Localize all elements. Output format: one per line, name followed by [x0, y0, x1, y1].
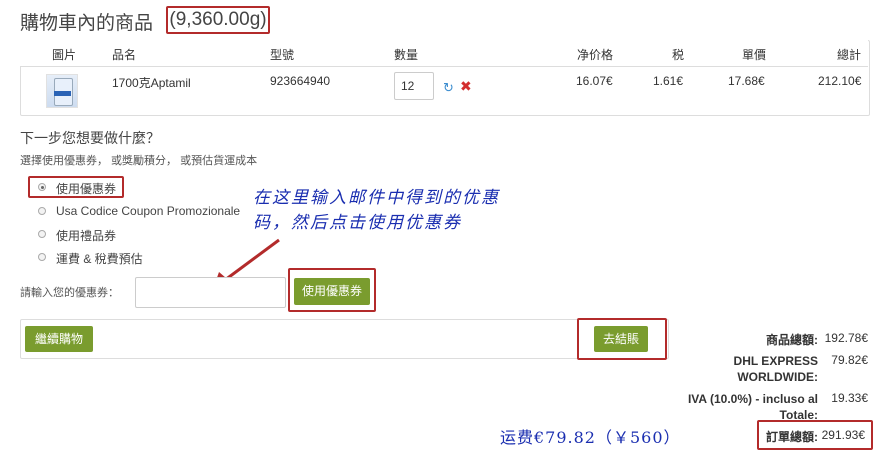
col-image: 圖片 [52, 48, 77, 62]
subtotal-label: 商品總額: [766, 333, 818, 347]
product-model: 923664940 [270, 74, 331, 88]
option-shipping-estimate[interactable]: 運費 & 稅費預估 [56, 250, 143, 267]
cart-actions-bar [20, 319, 669, 359]
option-gift-voucher[interactable]: 使用禮品券 [56, 227, 116, 244]
net-price: 16.07€ [576, 74, 613, 88]
col-unit-price: 單價 [742, 48, 767, 62]
product-image[interactable] [46, 74, 78, 108]
iva-label: IVA (10.0%) - incluso al Totale: [687, 392, 818, 422]
radio-shipping-estimate[interactable] [38, 253, 46, 261]
col-net-price: 净价格 [577, 48, 614, 62]
cart-table-header [20, 40, 868, 67]
order-total-value: 291.93€ [821, 428, 865, 442]
tax-value: 1.61€ [653, 74, 684, 88]
remove-icon[interactable]: ✖ [460, 78, 472, 95]
shipping-cost-note: 运费€79.82（￥560） [500, 428, 681, 447]
shipping-label: DHL EXPRESS WORLDWIDE: [733, 354, 818, 384]
row-total: 212.10€ [818, 74, 862, 88]
next-steps-subtitle: 選擇使用優惠券， 或獎勵積分， 或預估貨運成本 [20, 155, 258, 167]
page-title: 購物車內的商品 [20, 13, 154, 34]
option-use-coupon[interactable]: 使用優惠券 [56, 180, 116, 197]
col-model: 型號 [270, 48, 295, 62]
radio-gift-voucher[interactable] [38, 230, 46, 238]
continue-shopping-button[interactable]: 繼續購物 [25, 326, 93, 352]
shipping-value: 79.82€ [831, 353, 868, 367]
col-total: 總計 [837, 48, 862, 62]
apply-coupon-button[interactable]: 使用優惠券 [294, 278, 370, 305]
subtotal-value: 192.78€ [824, 331, 868, 345]
col-name: 品名 [112, 48, 137, 62]
col-quantity: 數量 [394, 48, 419, 62]
coupon-label: 請輸入您的優惠券： [20, 287, 119, 299]
refresh-icon[interactable]: ↻ [443, 80, 454, 96]
coupon-instruction-note: 在这里输入邮件中得到的优惠码，然后点击使用优惠券 [253, 188, 500, 233]
order-total-label: 訂單總額: [766, 430, 818, 444]
iva-value: 19.33€ [831, 391, 868, 405]
next-steps-title: 下一步您想要做什麼？ [20, 130, 160, 146]
checkout-button[interactable]: 去結賬 [594, 326, 648, 352]
coupon-input[interactable] [135, 277, 286, 308]
col-tax: 税 [672, 48, 685, 62]
cart-weight: (9,360.00g) [166, 6, 270, 34]
radio-use-coupon[interactable] [38, 183, 46, 191]
product-name-link[interactable]: 1700克Aptamil [112, 74, 191, 91]
unit-price: 17.68€ [728, 74, 765, 88]
quantity-input[interactable]: 12 [394, 72, 434, 100]
radio-coupon-promozionale[interactable] [38, 207, 46, 215]
option-coupon-promozionale[interactable]: Usa Codice Coupon Promozionale [56, 204, 240, 218]
